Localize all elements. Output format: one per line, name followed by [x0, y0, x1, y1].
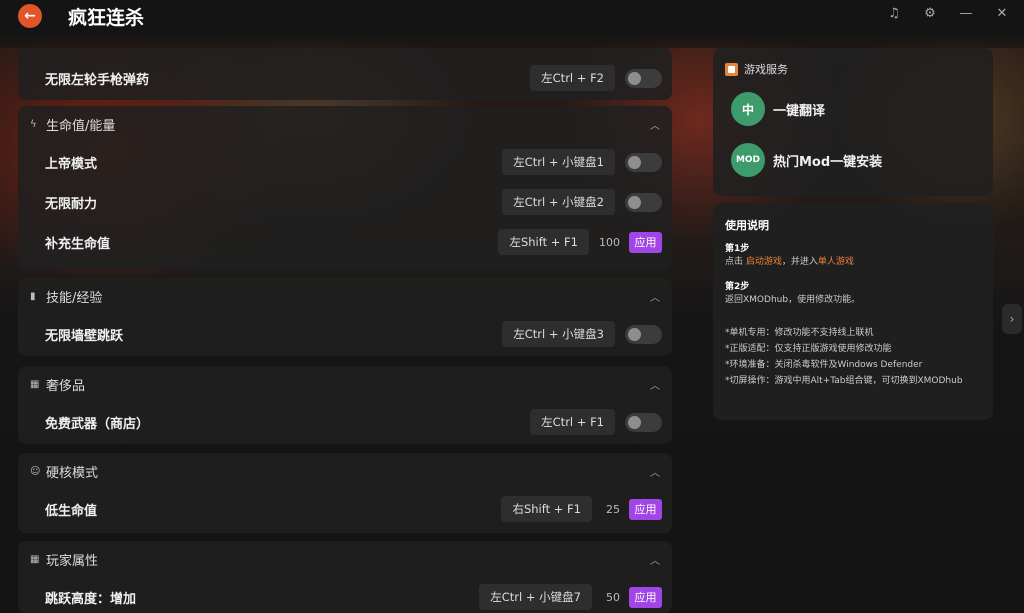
service-label: 热门Mod一键安装: [773, 154, 883, 170]
note: *正版适配：仅支持正版游戏使用修改功能: [725, 344, 892, 354]
cheat-row: 跳跃高度：增加 左Ctrl + 小键盘7 50 应用: [18, 577, 672, 613]
hotkey-button[interactable]: 左Ctrl + 小键盘7: [479, 584, 592, 610]
expand-panel-button[interactable]: ›: [1002, 304, 1022, 334]
value-input[interactable]: 50: [606, 591, 620, 604]
section-top: 无限左轮手枪弹药 左Ctrl + F2: [18, 48, 672, 100]
section-title: 生命值/能量: [46, 118, 116, 134]
chevron-right-icon: ›: [1009, 312, 1015, 326]
close-icon[interactable]: ✕: [994, 6, 1010, 21]
step1-text-mid: ，并进入: [781, 256, 818, 267]
chevron-up-icon[interactable]: ︿: [650, 552, 660, 567]
cheat-label: 跳跃高度：增加: [45, 591, 137, 607]
section-luxury: ▦ 奢侈品 ︿ 免费武器（商店） 左Ctrl + F1: [18, 366, 672, 444]
apply-button[interactable]: 应用: [629, 586, 662, 608]
single-player-link[interactable]: 单人游戏: [818, 257, 854, 267]
section-title: 技能/经验: [46, 290, 103, 306]
step1: 第1步 点击 启动游戏，并进入单人游戏: [725, 243, 854, 268]
section-title: 奢侈品: [46, 378, 86, 394]
chevron-up-icon[interactable]: ︿: [650, 377, 660, 392]
value-input[interactable]: 100: [599, 236, 620, 249]
cheat-label: 无限左轮手枪弹药: [45, 72, 150, 88]
cheat-label: 无限耐力: [45, 196, 98, 212]
section-title: 玩家属性: [46, 553, 99, 569]
note: *单机专用：修改功能不支持线上联机: [725, 328, 874, 338]
section-header[interactable]: ▦ 玩家属性 ︿: [18, 541, 672, 577]
step1-text: 点击: [725, 256, 746, 267]
section-health: ϟ 生命值/能量 ︿ 上帝模式 左Ctrl + 小键盘1 无限耐力 左Ctrl …: [18, 106, 672, 269]
items-icon: ▦: [30, 553, 40, 565]
section-title: 硬核模式: [46, 465, 99, 481]
hotkey-button[interactable]: 左Ctrl + 小键盘3: [502, 321, 615, 347]
cheat-row: 免费武器（商店） 左Ctrl + F1: [18, 402, 672, 442]
lightning-icon: ϟ: [30, 118, 37, 130]
apply-button[interactable]: 应用: [629, 498, 662, 520]
minimize-icon[interactable]: —: [958, 6, 974, 21]
cheat-toggle[interactable]: [625, 324, 662, 344]
settings-icon[interactable]: ⚙: [922, 6, 938, 21]
cheat-row: 无限墙壁跳跃 左Ctrl + 小键盘3: [18, 314, 672, 354]
chevron-up-icon[interactable]: ︿: [650, 289, 660, 304]
arrow-left-icon: ←: [24, 8, 36, 24]
cheat-label: 无限墙壁跳跃: [45, 328, 124, 344]
translate-icon: 中: [731, 92, 765, 126]
hotkey-button[interactable]: 左Ctrl + F1: [530, 409, 615, 435]
app-title: 疯狂连杀: [68, 7, 145, 29]
service-mod-install[interactable]: MOD 热门Mod一键安装: [731, 143, 882, 177]
cheat-row: 上帝模式 左Ctrl + 小键盘1: [18, 142, 672, 182]
step2-text: 返回XMODhub，使用修改功能。: [725, 294, 861, 305]
cheat-row: 无限左轮手枪弹药 左Ctrl + F2: [18, 58, 672, 98]
apply-button[interactable]: 应用: [629, 231, 662, 253]
hotkey-button[interactable]: 左Ctrl + F2: [530, 65, 615, 91]
cheat-toggle[interactable]: [625, 412, 662, 432]
chevron-up-icon[interactable]: ︿: [650, 464, 660, 479]
cheat-toggle[interactable]: [625, 68, 662, 88]
value-input[interactable]: 25: [606, 503, 620, 516]
service-translate[interactable]: 中 一键翻译: [731, 92, 825, 126]
section-skills: ▮ 技能/经验 ︿ 无限墙壁跳跃 左Ctrl + 小键盘3: [18, 278, 672, 356]
cheat-row: 低生命值 右Shift + F1 25 应用: [18, 489, 672, 529]
section-header[interactable]: ☺ 硬核模式 ︿: [18, 453, 672, 489]
cheat-row: 补充生命值 左Shift + F1 100 应用: [18, 222, 672, 262]
note: *切屏操作：游戏中用Alt+Tab组合键，可切换到XMODhub: [725, 376, 963, 386]
step2: 第2步 返回XMODhub，使用修改功能。: [725, 281, 860, 306]
cheat-label: 上帝模式: [45, 156, 98, 172]
launch-game-link[interactable]: 启动游戏: [746, 257, 782, 267]
window-controls: ♫ ⚙ — ✕: [886, 6, 1010, 21]
instructions-title: 使用说明: [725, 219, 769, 232]
back-button[interactable]: ←: [18, 4, 42, 28]
section-header[interactable]: ϟ 生命值/能量 ︿: [18, 106, 672, 142]
note: *环境准备：关闭杀毒软件及Windows Defender: [725, 360, 923, 370]
services-header: 游戏服务: [725, 61, 788, 77]
step2-title: 第2步: [725, 282, 750, 292]
service-label: 一键翻译: [773, 103, 826, 119]
instructions-card: 使用说明 第1步 点击 启动游戏，并进入单人游戏 第2步 返回XMODhub，使…: [713, 203, 993, 420]
step1-title: 第1步: [725, 244, 750, 254]
face-icon: ☺: [30, 465, 41, 477]
section-hardcore: ☺ 硬核模式 ︿ 低生命值 右Shift + F1 25 应用: [18, 453, 672, 533]
hotkey-button[interactable]: 右Shift + F1: [501, 496, 592, 522]
hotkey-button[interactable]: 左Shift + F1: [498, 229, 589, 255]
services-title: 游戏服务: [744, 63, 788, 76]
title-bar: ← 疯狂连杀 ♫ ⚙ — ✕: [0, 0, 1024, 48]
cheat-label: 低生命值: [45, 503, 98, 519]
cheat-label: 免费武器（商店）: [45, 416, 150, 432]
cheat-label: 补充生命值: [45, 236, 111, 252]
section-header[interactable]: ▮ 技能/经验 ︿: [18, 278, 672, 314]
cheat-toggle[interactable]: [625, 152, 662, 172]
chevron-up-icon[interactable]: ︿: [650, 117, 660, 132]
services-card: 游戏服务 中 一键翻译 MOD 热门Mod一键安装: [713, 48, 993, 196]
bar-chart-icon: ▮: [30, 290, 36, 302]
section-player: ▦ 玩家属性 ︿ 跳跃高度：增加 左Ctrl + 小键盘7 50 应用: [18, 541, 672, 613]
hotkey-button[interactable]: 左Ctrl + 小键盘2: [502, 189, 615, 215]
cheat-row: 无限耐力 左Ctrl + 小键盘2: [18, 182, 672, 222]
section-header[interactable]: ▦ 奢侈品 ︿: [18, 366, 672, 402]
mod-icon: MOD: [731, 143, 765, 177]
hotkey-button[interactable]: 左Ctrl + 小键盘1: [502, 149, 615, 175]
box-icon: [725, 62, 738, 76]
cheat-toggle[interactable]: [625, 192, 662, 212]
items-icon: ▦: [30, 378, 40, 390]
headset-icon[interactable]: ♫: [886, 6, 902, 21]
